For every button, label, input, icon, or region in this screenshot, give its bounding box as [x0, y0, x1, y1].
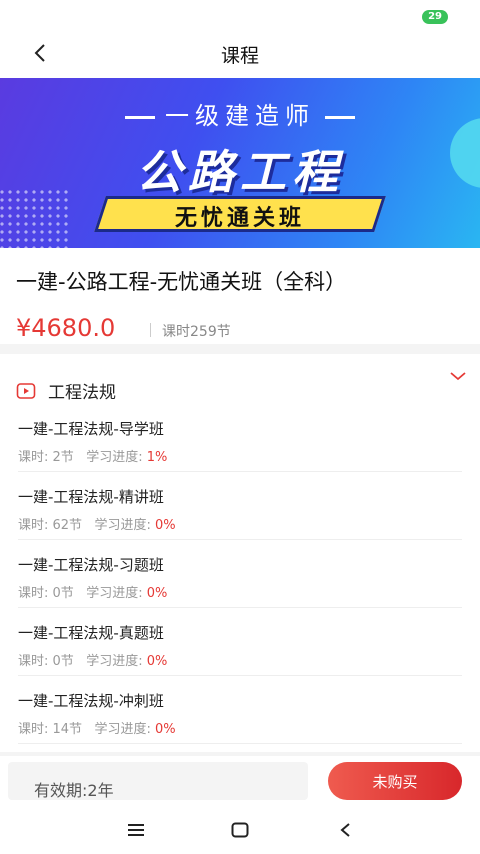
progress-label: 学习进度:	[94, 722, 155, 737]
lesson-item[interactable]: 一建-工程法规-习题班 课时: 0节 学习进度: 0%	[18, 540, 462, 608]
validity-box: 有效期:2年	[8, 762, 308, 800]
lesson-item[interactable]: 一建-工程法规-冲刺班 课时: 14节 学习进度: 0%	[18, 676, 462, 744]
lesson-hours: 课时: 14节	[18, 722, 83, 737]
banner-ribbon-text: 无忧通关班	[174, 206, 305, 231]
lesson-title: 一建-工程法规-导学班	[18, 420, 164, 438]
footer-bar: 有效期:2年 未购买	[0, 756, 480, 806]
lesson-item[interactable]: 一建-工程法规-导学班 课时: 2节 学习进度: 1%	[18, 404, 462, 472]
course-info: 一建-公路工程-无忧通关班（全科） ¥4680.0 课时259节	[0, 248, 480, 344]
lesson-meta: 课时: 0节 学习进度: 0%	[18, 582, 167, 601]
status-bar: 29	[0, 0, 480, 28]
course-banner: 一级建造师 公路工程 无忧通关班	[0, 78, 480, 248]
menu-button[interactable]	[122, 818, 150, 842]
divider	[150, 323, 151, 337]
lesson-title: 一建-工程法规-真题班	[18, 624, 164, 642]
progress-label: 学习进度:	[94, 518, 155, 533]
buy-button[interactable]: 未购买	[328, 762, 462, 800]
lesson-item[interactable]: 一建-工程法规-真题班 课时: 0节 学习进度: 0%	[18, 608, 462, 676]
lesson-hours: 课时: 0节	[18, 586, 74, 601]
battery-badge: 29	[422, 10, 448, 24]
lesson-title: 一建-工程法规-习题班	[18, 556, 164, 574]
banner-main-title: 公路工程	[136, 145, 344, 199]
lesson-progress: 0%	[146, 586, 168, 601]
home-square-icon	[231, 822, 249, 838]
chapter-section: 工程法规 一建-工程法规-导学班 课时: 2节 学习进度: 1% 一建-工程法规…	[0, 354, 480, 752]
chevron-down-icon[interactable]	[448, 368, 468, 384]
lesson-meta: 课时: 14节 学习进度: 0%	[18, 718, 176, 737]
chapter-title: 工程法规	[48, 383, 116, 403]
lesson-item[interactable]: 一建-工程法规-精讲班 课时: 62节 学习进度: 0%	[18, 472, 462, 540]
lesson-progress: 0%	[154, 518, 176, 533]
nav-back-button[interactable]	[331, 818, 359, 842]
page-title: 课程	[220, 45, 259, 67]
lesson-hours: 课时: 0节	[18, 654, 74, 669]
triangle-back-icon	[340, 823, 350, 837]
lesson-progress: 0%	[146, 654, 168, 669]
lesson-meta: 课时: 2节 学习进度: 1%	[18, 446, 167, 465]
course-name: 一建-公路工程-无忧通关班（全科）	[16, 270, 347, 294]
menu-icon	[128, 824, 144, 836]
lesson-title: 一建-工程法规-冲刺班	[18, 692, 164, 710]
course-price: ¥4680.0	[16, 314, 116, 342]
lesson-meta: 课时: 0节 学习进度: 0%	[18, 650, 167, 669]
progress-label: 学习进度:	[86, 586, 147, 601]
banner-subtitle: 一级建造师	[0, 96, 480, 131]
lesson-title: 一建-工程法规-精讲班	[18, 488, 164, 506]
chapter-header[interactable]: 工程法规	[16, 378, 116, 403]
course-hours: 课时259节	[162, 324, 231, 340]
validity-text: 有效期:2年	[34, 781, 114, 800]
lesson-hours: 课时: 2节	[18, 450, 74, 465]
lesson-progress: 0%	[154, 722, 176, 737]
progress-label: 学习进度:	[86, 654, 147, 669]
header: 课程	[0, 28, 480, 78]
lesson-hours: 课时: 62节	[18, 518, 83, 533]
video-icon	[16, 382, 36, 399]
lesson-progress: 1%	[146, 450, 168, 465]
lesson-meta: 课时: 62节 学习进度: 0%	[18, 514, 176, 533]
home-button[interactable]	[226, 818, 254, 842]
system-nav-bar	[0, 806, 480, 854]
progress-label: 学习进度:	[86, 450, 147, 465]
